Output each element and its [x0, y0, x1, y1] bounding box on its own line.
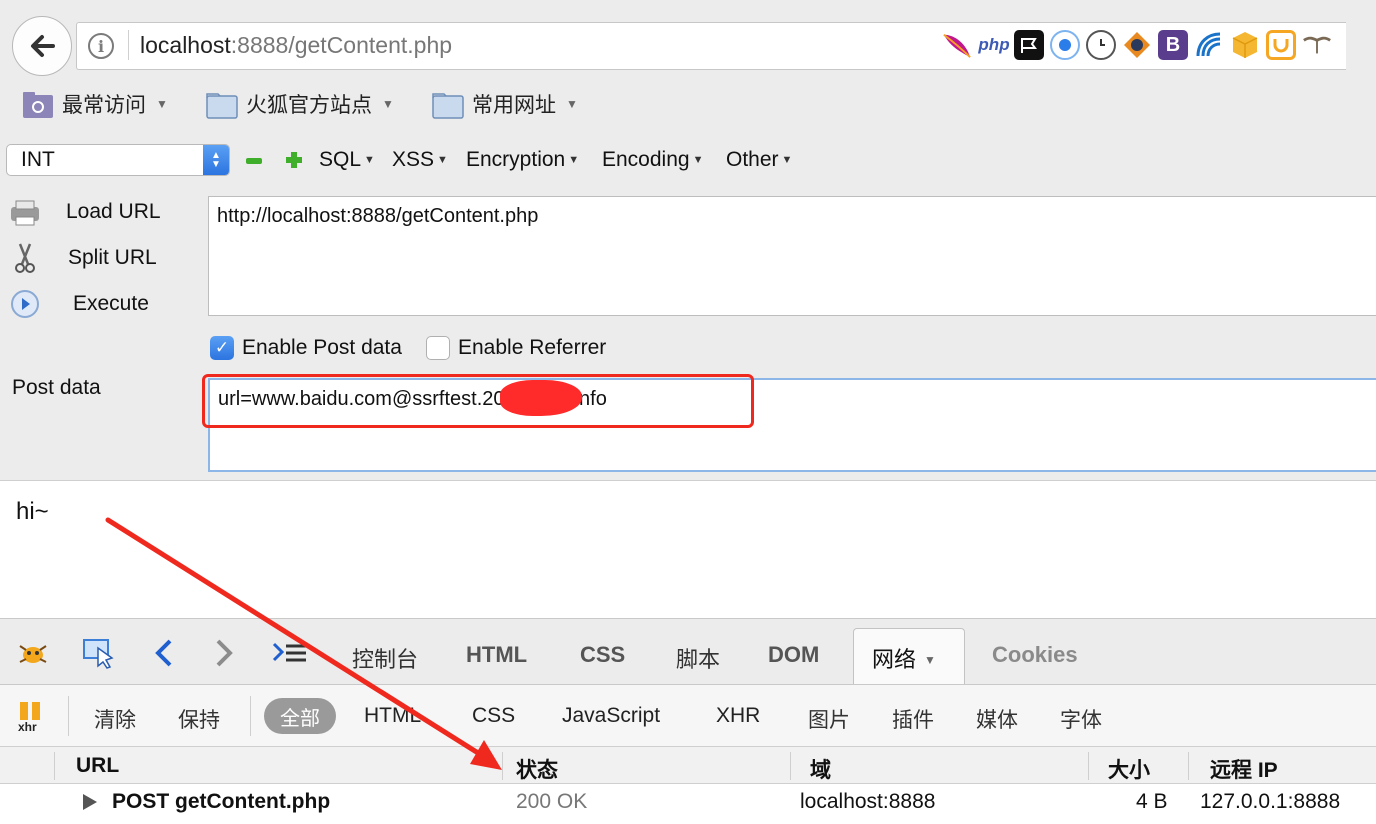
annotation-arrow	[105, 517, 502, 770]
